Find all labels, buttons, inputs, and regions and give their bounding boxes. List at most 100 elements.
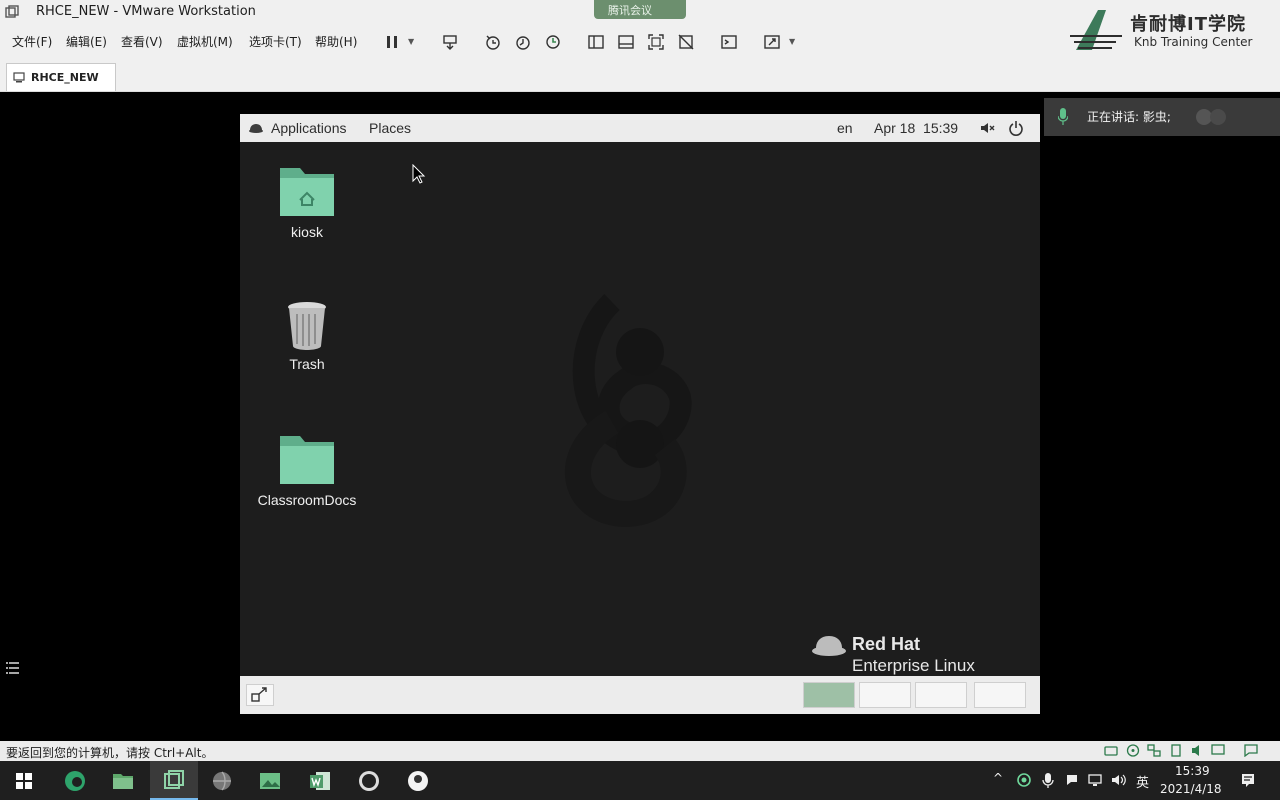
menu-help[interactable]: 帮助(H) xyxy=(315,33,357,50)
tab-label: RHCE_NEW xyxy=(31,71,99,84)
stretch-guest-button[interactable] xyxy=(761,32,783,52)
menu-edit[interactable]: 编辑(E) xyxy=(66,33,107,50)
notifications-icon[interactable] xyxy=(1240,772,1256,788)
start-button[interactable] xyxy=(0,761,48,800)
full-screen-button[interactable] xyxy=(645,32,667,52)
vmware-app-icon xyxy=(5,5,19,18)
guest-screen[interactable]: Applications Places en Apr 18 15:39 kios… xyxy=(240,114,1040,714)
stretch-icon xyxy=(764,35,780,49)
taskbar-date[interactable]: 2021/4/18 xyxy=(1160,782,1222,796)
show-desktop-icon xyxy=(251,687,267,702)
keyboard-layout-indicator[interactable]: en xyxy=(837,120,853,136)
edge-browser-icon xyxy=(65,770,85,791)
taskbar-meeting[interactable] xyxy=(394,761,442,800)
globe-app-icon xyxy=(213,771,231,790)
pause-icon xyxy=(387,36,397,48)
thumbnail-bar-button[interactable] xyxy=(615,32,637,52)
redhat-hat-icon xyxy=(249,124,263,133)
taskbar-file-explorer[interactable] xyxy=(99,761,147,800)
menu-tabs[interactable]: 选项卡(T) xyxy=(249,33,302,50)
revert-snapshot-icon xyxy=(516,36,530,50)
revert-snapshot-button[interactable] xyxy=(512,32,534,52)
thumbnail-panel-icon xyxy=(618,35,634,49)
taskbar-word[interactable] xyxy=(296,761,344,800)
pause-dropdown-icon[interactable]: ▼ xyxy=(408,37,414,46)
file-explorer-icon xyxy=(113,773,133,789)
menu-view[interactable]: 查看(V) xyxy=(121,33,163,50)
clock[interactable]: Apr 18 15:39 xyxy=(874,120,958,136)
workspace-3[interactable] xyxy=(915,682,967,708)
tray-overflow-icon[interactable]: ^ xyxy=(993,771,1003,785)
release-hint: 要返回到您的计算机，请按 Ctrl+Alt。 xyxy=(6,746,214,760)
vmware-taskbar-icon xyxy=(164,769,184,789)
vm-icon xyxy=(13,72,25,83)
screen: RHCE_NEW - VMware Workstation 腾讯会议 文件(F)… xyxy=(0,0,1280,800)
power-icon[interactable] xyxy=(1008,120,1024,136)
console-view-button[interactable] xyxy=(718,32,740,52)
obs-record-icon xyxy=(359,770,379,791)
vmware-statusbar: 要返回到您的计算机，请按 Ctrl+Alt。 xyxy=(0,741,1280,761)
cdrom-icon[interactable] xyxy=(1126,744,1140,757)
folder-icon xyxy=(280,436,334,484)
windows-taskbar: ^ 英 15:39 2021/4/18 xyxy=(0,761,1280,800)
meeting-tray-icon[interactable] xyxy=(1064,772,1080,788)
desktop-icon-label: Trash xyxy=(289,356,325,372)
taskbar-obs[interactable] xyxy=(345,761,393,800)
microphone-icon xyxy=(1058,108,1068,125)
desktop-icon-trash[interactable]: Trash xyxy=(247,300,367,372)
applications-menu[interactable]: Applications xyxy=(271,120,347,136)
taskbar-vmware[interactable] xyxy=(150,761,198,800)
microphone-tray-icon[interactable] xyxy=(1040,772,1056,788)
message-log-icon[interactable] xyxy=(1244,744,1258,757)
side-menu-icon[interactable] xyxy=(6,660,22,676)
places-menu[interactable]: Places xyxy=(369,120,411,136)
sound-icon[interactable] xyxy=(1191,744,1205,757)
ime-indicator[interactable]: 英 xyxy=(1136,772,1149,791)
stretch-dropdown-icon[interactable]: ▼ xyxy=(789,37,795,46)
gnome-bottom-panel xyxy=(240,676,1040,714)
meeting-indicator-label: 腾讯会议 xyxy=(608,4,652,17)
taskbar-time[interactable]: 15:39 xyxy=(1175,764,1210,778)
taskbar-edge[interactable] xyxy=(51,761,99,800)
mouse-cursor-icon xyxy=(412,164,426,184)
network-tray-icon[interactable] xyxy=(1088,772,1104,788)
vm-tabbar: RHCE_NEW xyxy=(0,58,1280,92)
usb-icon[interactable] xyxy=(1169,744,1183,757)
photos-icon xyxy=(260,772,280,789)
windows-logo-icon xyxy=(16,772,32,789)
speaker-label: 正在讲话: 影虫; xyxy=(1087,110,1171,124)
desktop-icon-classroomdocs[interactable]: ClassroomDocs xyxy=(247,430,367,508)
snapshot-manager-button[interactable] xyxy=(542,32,564,52)
hdd-icon[interactable] xyxy=(1104,744,1118,757)
speaker-avatar-icon xyxy=(1196,109,1226,125)
desktop-icon-kiosk[interactable]: kiosk xyxy=(247,162,367,240)
redhat-brand: Red Hat Enterprise Linux xyxy=(810,632,1040,676)
volume-muted-icon[interactable] xyxy=(979,120,995,136)
menu-vm[interactable]: 虚拟机(M) xyxy=(177,33,233,50)
taskbar-network-app[interactable] xyxy=(198,761,246,800)
workspace-1[interactable] xyxy=(803,682,855,708)
network-icon[interactable] xyxy=(1147,744,1161,757)
desktop-icon-label: kiosk xyxy=(291,224,323,240)
display-icon[interactable] xyxy=(1211,744,1225,757)
workspace-2[interactable] xyxy=(859,682,911,708)
desktop-icon-label: ClassroomDocs xyxy=(257,492,357,508)
snapshot-icon xyxy=(486,35,500,50)
unity-button[interactable] xyxy=(675,32,697,52)
meeting-indicator[interactable]: 腾讯会议 xyxy=(594,0,686,19)
desktop[interactable]: kiosk Trash ClassroomDocs Red Hat Enterp… xyxy=(240,142,1040,676)
send-ctrl-alt-del-button[interactable] xyxy=(439,32,461,52)
snapshot-button[interactable] xyxy=(482,32,504,52)
show-library-button[interactable] xyxy=(585,32,607,52)
show-desktop-button[interactable] xyxy=(246,684,274,706)
pause-button[interactable] xyxy=(381,32,403,52)
taskbar-photos[interactable] xyxy=(246,761,294,800)
menu-file[interactable]: 文件(F) xyxy=(12,33,52,50)
fullscreen-icon xyxy=(648,34,664,50)
tab-rhce-new[interactable]: RHCE_NEW xyxy=(6,63,116,91)
tray-app-icon[interactable] xyxy=(1016,772,1032,788)
keyboard-send-icon xyxy=(443,35,457,50)
workspace-4[interactable] xyxy=(974,682,1026,708)
volume-tray-icon[interactable] xyxy=(1111,772,1127,788)
brand-line1: Red Hat xyxy=(852,634,921,654)
